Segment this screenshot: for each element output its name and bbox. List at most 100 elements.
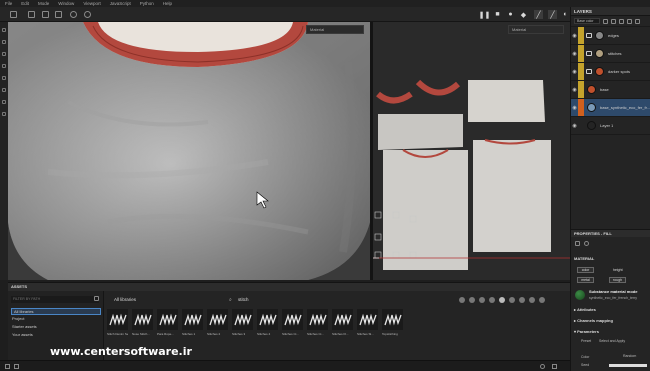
add-fill-icon[interactable] bbox=[611, 18, 616, 24]
smudge-tool-icon[interactable] bbox=[2, 76, 6, 80]
layer-row[interactable]: ◉ stitches bbox=[571, 45, 650, 63]
polygon-fill-icon[interactable] bbox=[2, 64, 6, 68]
asset-item[interactable]: Stitches Sl... bbox=[357, 309, 378, 339]
log-icon[interactable] bbox=[5, 364, 10, 369]
menu-javascript[interactable]: JavaScript bbox=[110, 1, 131, 6]
symmetry-icon[interactable] bbox=[42, 11, 49, 18]
clone-tool-icon[interactable] bbox=[2, 88, 6, 92]
filter-environments-icon[interactable] bbox=[519, 297, 525, 303]
menu-viewport[interactable]: Viewport bbox=[83, 1, 100, 6]
asset-item[interactable]: Stitches Fl... bbox=[332, 309, 353, 339]
channels-mapping-section[interactable]: ▸ Channels mapping bbox=[574, 318, 613, 323]
filter-textures-icon[interactable] bbox=[509, 297, 515, 303]
layer-thumbnail bbox=[587, 85, 596, 94]
viewport-3d-mode-select[interactable]: Material bbox=[306, 25, 364, 34]
attributes-section[interactable]: ▸ Attributes bbox=[574, 307, 596, 312]
filter-smart-materials-icon[interactable] bbox=[479, 297, 485, 303]
filter-filters-icon[interactable] bbox=[539, 297, 545, 303]
menu-help[interactable]: Help bbox=[163, 1, 172, 6]
layout-icon[interactable] bbox=[28, 11, 35, 18]
add-mask-icon[interactable] bbox=[619, 18, 624, 24]
settings-icon[interactable] bbox=[84, 11, 91, 18]
material-preview-ball[interactable] bbox=[575, 290, 585, 300]
filter-all-icon[interactable] bbox=[459, 297, 465, 303]
add-layer-icon[interactable] bbox=[603, 18, 608, 24]
asset-item[interactable]: Stitch Denim Sett... bbox=[107, 309, 128, 339]
filter-by-path-input[interactable]: FILTER BY PATH bbox=[11, 296, 99, 303]
folder-icon bbox=[586, 33, 592, 38]
seed-slider[interactable] bbox=[609, 364, 647, 367]
dropper-icon[interactable]: ◐ bbox=[561, 10, 570, 19]
visibility-icon[interactable]: ◉ bbox=[571, 105, 578, 111]
asset-item[interactable]: Stitches 2 bbox=[207, 309, 228, 339]
preset-select[interactable]: Select and Apply bbox=[599, 339, 625, 343]
material-section-title: MATERIAL bbox=[574, 256, 595, 261]
visibility-icon[interactable]: ◉ bbox=[571, 69, 578, 75]
geometry-decal-icon[interactable] bbox=[2, 112, 6, 116]
bake-icon[interactable]: ◆ bbox=[519, 10, 528, 19]
random-button[interactable]: Random bbox=[623, 354, 636, 358]
material-sphere-icon[interactable] bbox=[584, 241, 589, 246]
channel-height-toggle[interactable]: height bbox=[613, 268, 623, 272]
delete-layer-icon[interactable] bbox=[635, 18, 640, 24]
paint-tool-icon[interactable] bbox=[2, 28, 6, 32]
layer-row[interactable]: ◉ Layer 1 bbox=[571, 117, 650, 135]
tree-item-all-libraries[interactable]: All libraries bbox=[11, 308, 101, 315]
layer-row[interactable]: ◉ edges bbox=[571, 27, 650, 45]
filter-brushes-icon[interactable] bbox=[499, 297, 505, 303]
channel-color-toggle[interactable]: color bbox=[577, 267, 594, 273]
visibility-icon[interactable]: ◉ bbox=[571, 87, 578, 93]
viewport-3d[interactable]: Material bbox=[8, 22, 370, 280]
tree-item-starter-assets[interactable]: Starter assets bbox=[12, 324, 37, 329]
filter-icon[interactable] bbox=[94, 296, 99, 301]
add-folder-icon[interactable] bbox=[627, 18, 632, 24]
layer-row[interactable]: ◉ base bbox=[571, 81, 650, 99]
menu-edit[interactable]: Edit bbox=[21, 1, 29, 6]
tree-item-project[interactable]: Project bbox=[12, 316, 24, 321]
video-icon[interactable]: ● bbox=[506, 10, 515, 19]
channel-metal-toggle[interactable]: metal bbox=[577, 277, 594, 283]
asset-item[interactable]: Stitches Ci... bbox=[307, 309, 328, 339]
eraser-tool-icon[interactable] bbox=[2, 40, 6, 44]
asset-item[interactable]: Stitches 4 bbox=[257, 309, 278, 339]
view-mode-icon[interactable] bbox=[540, 364, 545, 369]
grid-icon[interactable] bbox=[10, 11, 17, 18]
channel-select[interactable]: Base color bbox=[574, 18, 600, 24]
material-picker-icon[interactable] bbox=[2, 100, 6, 104]
menu-mode[interactable]: Mode bbox=[38, 1, 49, 6]
asset-item[interactable]: Stitches 3 bbox=[232, 309, 253, 339]
menu-file[interactable]: File bbox=[5, 1, 12, 6]
filter-materials-icon[interactable] bbox=[469, 297, 475, 303]
visibility-icon[interactable]: ◉ bbox=[571, 51, 578, 57]
filter-masks-icon[interactable] bbox=[489, 297, 495, 303]
projection-tool-icon[interactable] bbox=[2, 52, 6, 56]
visibility-icon[interactable]: ◉ bbox=[571, 33, 578, 39]
tree-item-your-assets[interactable]: Your assets bbox=[12, 332, 33, 337]
record-icon[interactable]: ■ bbox=[493, 10, 502, 19]
menu-window[interactable]: Window bbox=[58, 1, 74, 6]
channel-rough-toggle[interactable]: rough bbox=[609, 277, 626, 283]
visibility-icon[interactable]: ◉ bbox=[571, 123, 578, 129]
asset-item[interactable]: Nose Stitch... bbox=[132, 309, 153, 339]
menu-python[interactable]: Python bbox=[140, 1, 154, 6]
notifications-icon[interactable] bbox=[14, 364, 19, 369]
asset-item[interactable]: Topstitching bbox=[382, 309, 403, 339]
layer-row[interactable]: ◉ base_synthetic_eco_fer_fr... bbox=[571, 99, 650, 117]
fill-settings-icon[interactable] bbox=[575, 241, 580, 246]
asset-item[interactable]: Para Rope... bbox=[157, 309, 178, 339]
filter-particles-icon[interactable] bbox=[529, 297, 535, 303]
parameters-section[interactable]: ▾ Parameters bbox=[574, 329, 599, 334]
brush-icon[interactable]: ╱ bbox=[548, 10, 557, 19]
asset-search-input[interactable]: stitch bbox=[238, 297, 249, 302]
viewport-2d-mode-select[interactable]: Material bbox=[508, 25, 564, 34]
brush-settings-icon[interactable] bbox=[55, 11, 62, 18]
viewport-2d[interactable]: Material bbox=[373, 22, 570, 280]
layer-row[interactable]: ◉ darker spots bbox=[571, 63, 650, 81]
window-icon[interactable] bbox=[552, 364, 557, 369]
asset-item[interactable]: Stitches Ci... bbox=[282, 309, 303, 339]
camera-icon[interactable] bbox=[70, 11, 77, 18]
pause-icon[interactable]: ❚❚ bbox=[479, 10, 491, 19]
material-mode-subtitle: synthetic_eco_fer_french_terry bbox=[589, 296, 638, 300]
paint-brush-icon[interactable]: ╱ bbox=[534, 10, 543, 19]
asset-item[interactable]: Stitches 1 bbox=[182, 309, 203, 339]
